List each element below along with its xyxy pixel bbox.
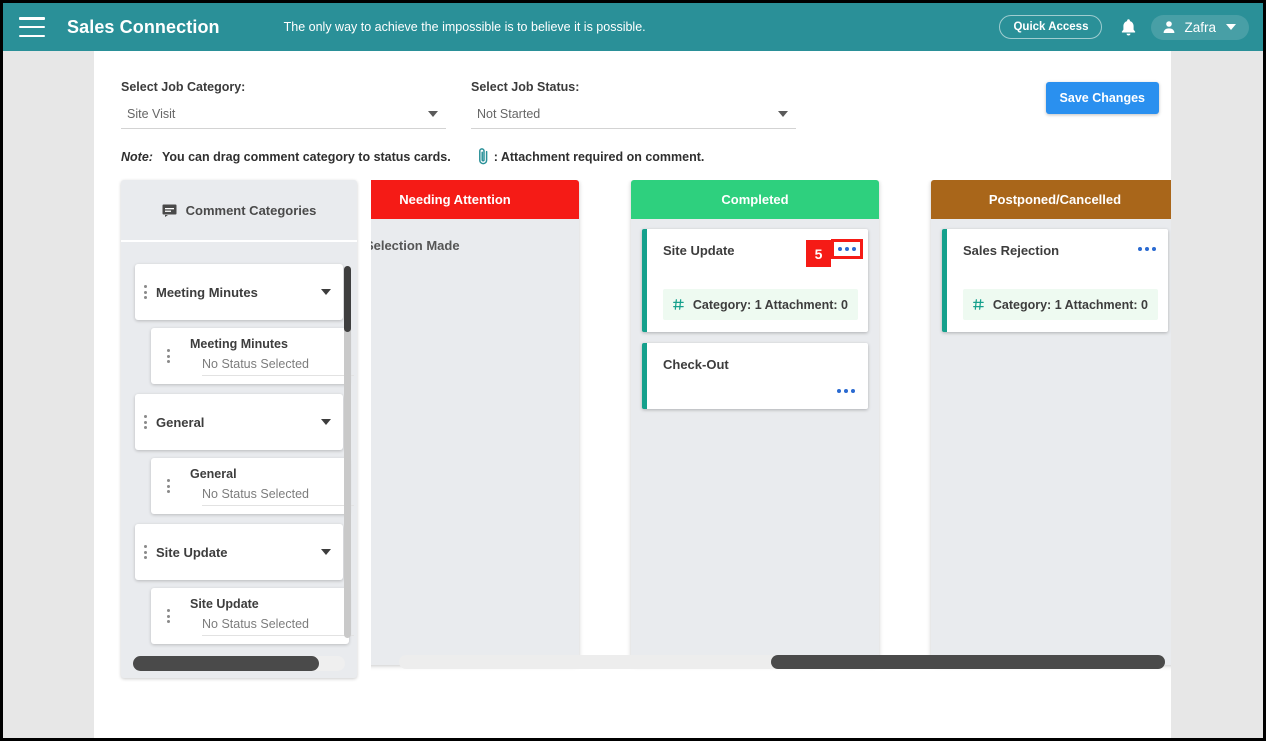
chevron-down-icon bbox=[1226, 24, 1236, 30]
comment-categories-list[interactable]: Meeting Minutes Meeting Minutes No Statu… bbox=[121, 242, 357, 678]
status-column-body[interactable]: No Selection Made bbox=[371, 219, 579, 263]
status-columns-viewport: Needing Attention No Selection Made Comp… bbox=[371, 180, 1171, 678]
drag-handle-icon[interactable] bbox=[144, 415, 147, 429]
subcard-title: Site Update bbox=[190, 596, 259, 611]
status-column-header: Needing Attention bbox=[371, 180, 579, 219]
left-rail bbox=[3, 51, 94, 738]
app-title: Sales Connection bbox=[67, 16, 220, 37]
categories-vertical-scrollbar[interactable] bbox=[344, 266, 351, 638]
hash-icon bbox=[973, 299, 984, 310]
category-card[interactable]: Meeting Minutes bbox=[135, 264, 343, 320]
more-options-icon[interactable] bbox=[1136, 243, 1158, 255]
drag-handle-icon[interactable] bbox=[167, 349, 170, 363]
comment-categories-header: Comment Categories bbox=[121, 180, 357, 242]
note-row: Note: You can drag comment category to s… bbox=[121, 147, 1171, 166]
status-column-header: Completed bbox=[631, 180, 879, 219]
hamburger-menu-icon[interactable] bbox=[19, 17, 45, 37]
drag-handle-icon[interactable] bbox=[167, 609, 170, 623]
status-columns-strip: Needing Attention No Selection Made Comp… bbox=[371, 180, 1171, 665]
job-status-select[interactable]: Not Started bbox=[471, 107, 796, 129]
filter-row: Select Job Category: Site Visit Select J… bbox=[94, 51, 1171, 147]
job-card-top: Sales Rejection bbox=[963, 243, 1158, 283]
category-subcard[interactable]: Site Update No Status Selected bbox=[151, 588, 354, 644]
chevron-down-icon[interactable] bbox=[321, 289, 331, 295]
job-card[interactable]: Check-Out bbox=[642, 343, 868, 409]
job-card-title: Sales Rejection bbox=[963, 243, 1060, 258]
chevron-down-icon[interactable] bbox=[321, 419, 331, 425]
comment-categories-panel: Comment Categories Meeting Minutes Meeti… bbox=[121, 180, 357, 678]
notification-bell-icon[interactable] bbox=[1120, 18, 1137, 37]
right-rail bbox=[1171, 51, 1263, 738]
save-changes-button[interactable]: Save Changes bbox=[1045, 82, 1159, 114]
hash-icon bbox=[673, 299, 684, 310]
chevron-down-icon[interactable] bbox=[321, 549, 331, 555]
note-attachment-text: : Attachment required on comment. bbox=[493, 149, 705, 164]
main-content: Select Job Category: Site Visit Select J… bbox=[94, 51, 1171, 738]
user-menu[interactable]: Zafra bbox=[1151, 14, 1249, 40]
more-options-icon[interactable] bbox=[835, 385, 857, 397]
category-name: General bbox=[156, 414, 205, 430]
job-status-field: Select Job Status: Not Started bbox=[471, 80, 796, 129]
drag-handle-icon[interactable] bbox=[144, 285, 147, 299]
category-name: Meeting Minutes bbox=[156, 284, 258, 300]
job-card-meta-text: Category: 1 Attachment: 0 bbox=[992, 297, 1148, 312]
job-card-top: Check-Out bbox=[663, 357, 858, 397]
job-status-value: Not Started bbox=[477, 107, 541, 121]
paperclip-icon bbox=[478, 147, 489, 166]
annotation-highlight-box bbox=[831, 239, 863, 259]
status-column-body[interactable]: Sales Rejection Category: 1 Attachment: … bbox=[931, 219, 1171, 353]
subcard-text: Site Update No Status Selected bbox=[190, 595, 354, 638]
categories-horizontal-scrollbar[interactable] bbox=[133, 656, 345, 671]
categories-vertical-scroll-thumb[interactable] bbox=[344, 266, 351, 332]
dropdown-arrow-icon bbox=[778, 111, 788, 117]
subcard-title: Meeting Minutes bbox=[190, 336, 288, 351]
category-card[interactable]: Site Update bbox=[135, 524, 343, 580]
note-text: You can drag comment category to status … bbox=[161, 149, 451, 164]
subcard-text: Meeting Minutes No Status Selected bbox=[190, 335, 354, 378]
app-tagline: The only way to achieve the impossible i… bbox=[283, 20, 646, 34]
category-card[interactable]: General bbox=[135, 394, 343, 450]
user-avatar-icon bbox=[1164, 21, 1175, 33]
note-label: Note: bbox=[121, 149, 153, 164]
status-column-needing-attention: Needing Attention No Selection Made bbox=[371, 180, 579, 665]
category-name: Site Update bbox=[156, 544, 228, 560]
job-category-label: Select Job Category: bbox=[121, 80, 246, 94]
dropdown-arrow-icon bbox=[428, 111, 438, 117]
board-horizontal-scrollbar[interactable] bbox=[399, 655, 1165, 669]
drag-handle-icon[interactable] bbox=[144, 545, 147, 559]
status-column-postponed-cancelled: Postponed/Cancelled Sales Rejection Cate… bbox=[931, 180, 1171, 665]
categories-horizontal-scroll-thumb[interactable] bbox=[133, 656, 319, 671]
job-card-meta: Category: 1 Attachment: 0 bbox=[663, 289, 858, 320]
job-category-select[interactable]: Site Visit bbox=[121, 107, 446, 129]
subcard-status: No Status Selected bbox=[202, 617, 354, 636]
annotation-step-badge: 5 bbox=[806, 240, 831, 267]
category-subcard[interactable]: General No Status Selected bbox=[151, 458, 354, 514]
board-horizontal-scroll-thumb[interactable] bbox=[770, 655, 1165, 669]
category-subcard[interactable]: Meeting Minutes No Status Selected bbox=[151, 328, 354, 384]
user-name: Zafra bbox=[1184, 19, 1216, 35]
subcard-title: General bbox=[190, 466, 237, 481]
status-column-empty-text: No Selection Made bbox=[371, 238, 460, 253]
status-board: Comment Categories Meeting Minutes Meeti… bbox=[121, 180, 1171, 678]
job-card-meta: Category: 1 Attachment: 0 bbox=[963, 289, 1158, 320]
job-category-value: Site Visit bbox=[127, 107, 176, 121]
job-status-label: Select Job Status: bbox=[471, 80, 580, 94]
comment-categories-title: Comment Categories bbox=[185, 202, 317, 218]
subcard-status: No Status Selected bbox=[202, 487, 354, 506]
app-window: Sales Connection The only way to achieve… bbox=[0, 0, 1266, 741]
job-card-title: Check-Out bbox=[663, 357, 729, 372]
subcard-text: General No Status Selected bbox=[190, 465, 354, 508]
subcard-status: No Status Selected bbox=[202, 357, 354, 376]
status-column-header: Postponed/Cancelled bbox=[931, 180, 1171, 219]
job-category-field: Select Job Category: Site Visit bbox=[121, 80, 446, 129]
job-card-meta-text: Category: 1 Attachment: 0 bbox=[692, 297, 848, 312]
quick-access-button[interactable]: Quick Access bbox=[999, 15, 1103, 39]
app-header: Sales Connection The only way to achieve… bbox=[3, 3, 1263, 51]
comment-icon bbox=[162, 204, 177, 217]
drag-handle-icon[interactable] bbox=[167, 479, 170, 493]
job-card[interactable]: Sales Rejection Category: 1 Attachment: … bbox=[942, 229, 1168, 332]
